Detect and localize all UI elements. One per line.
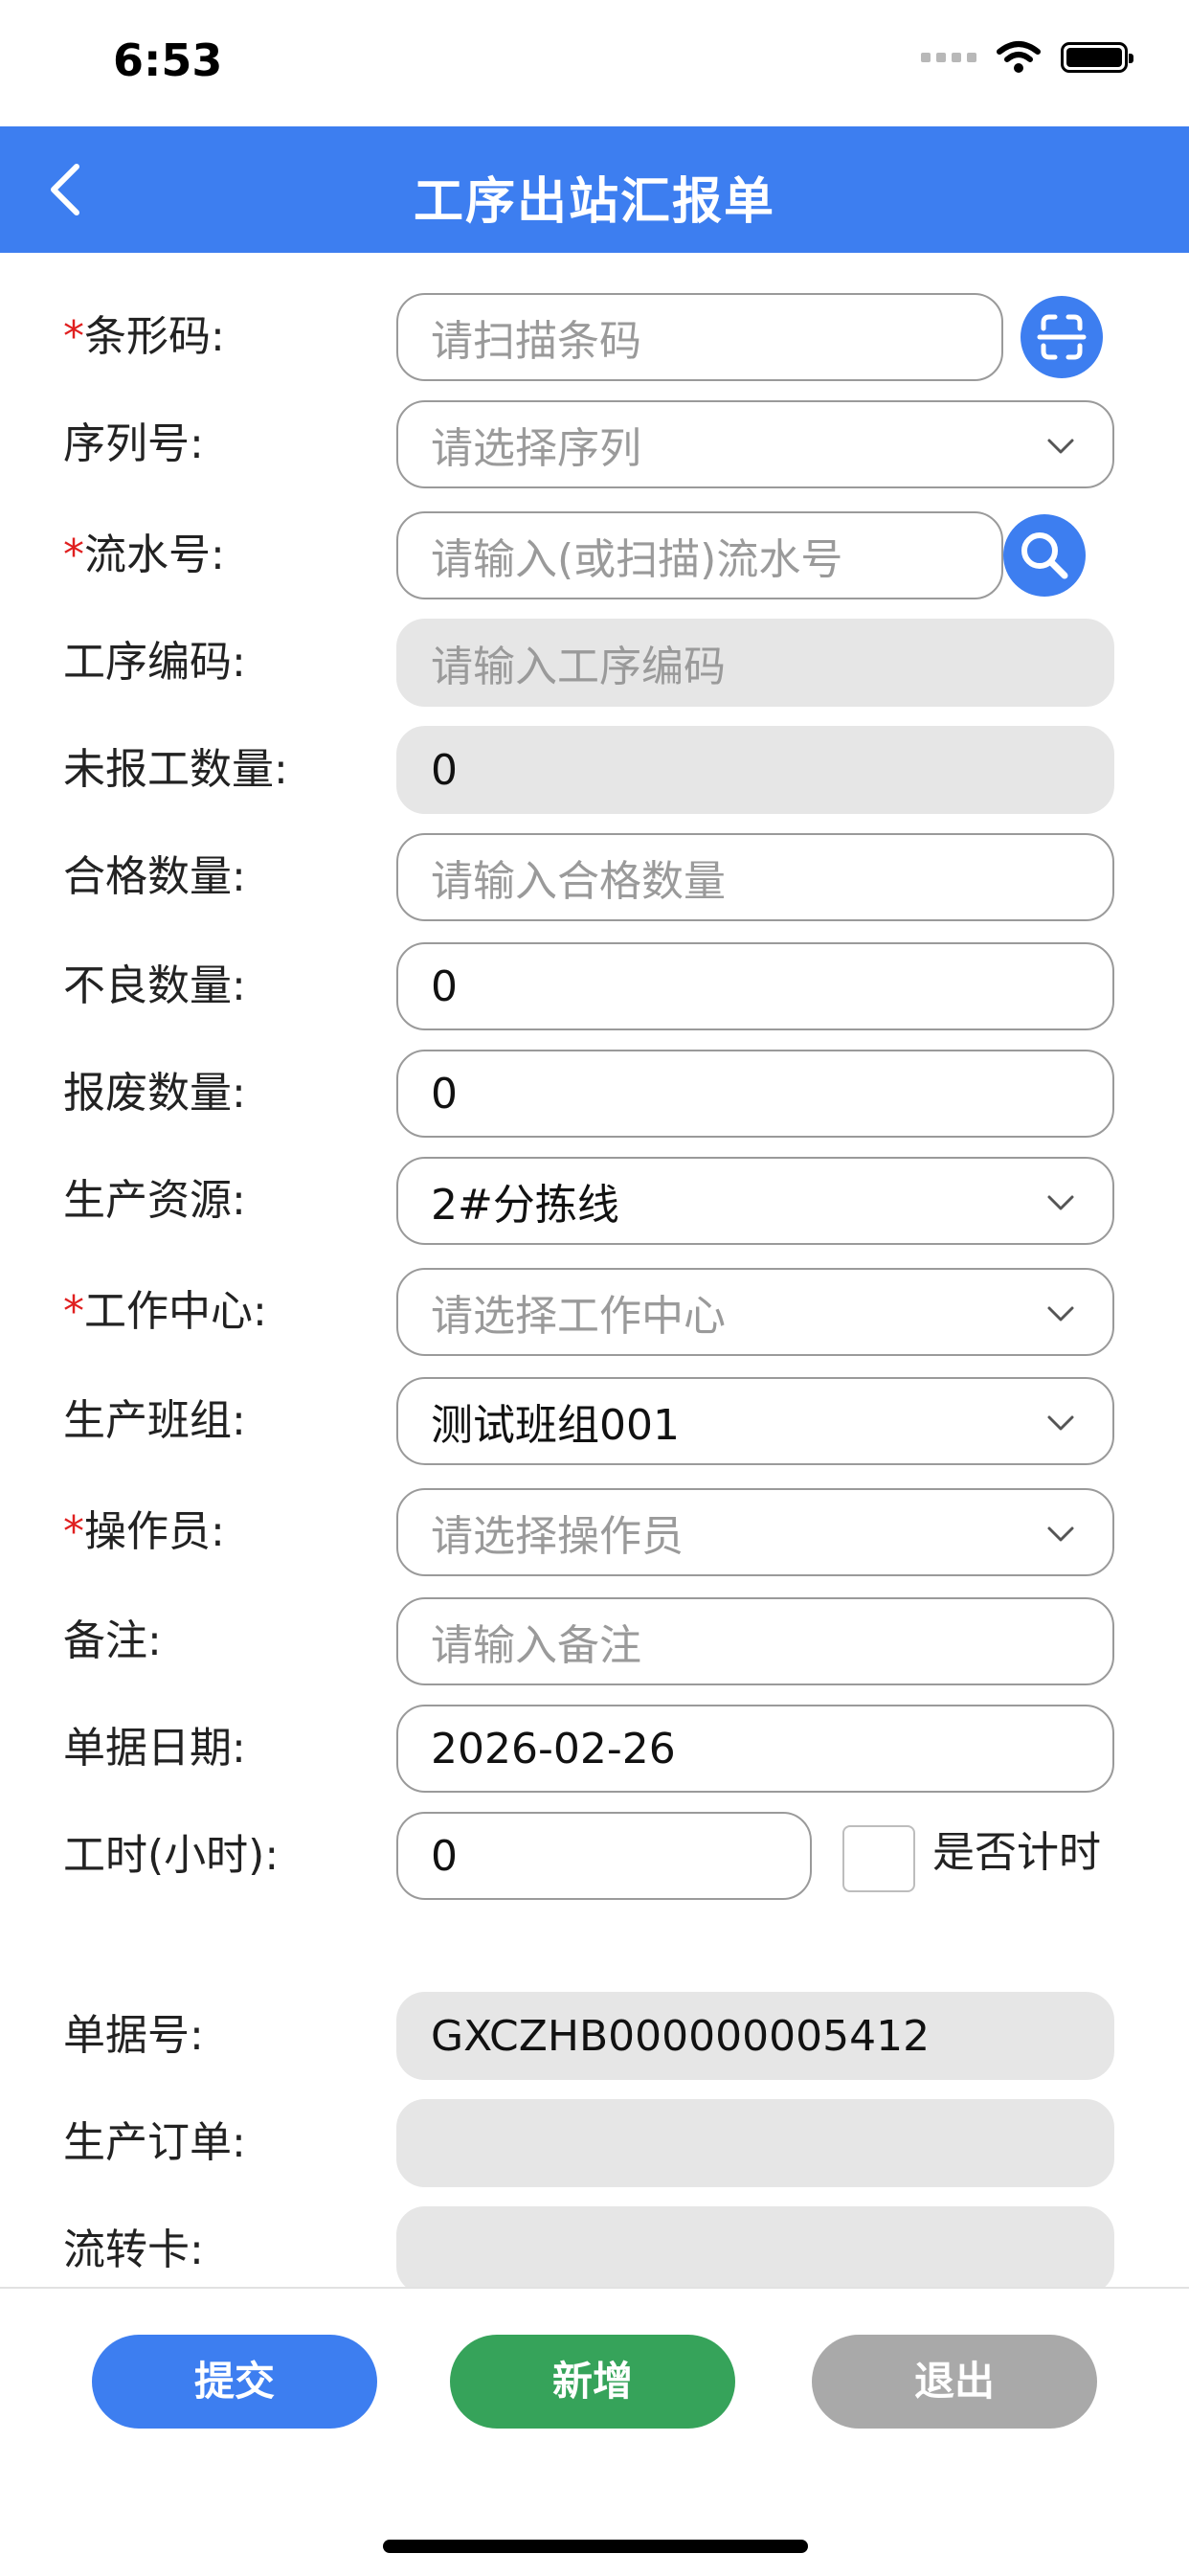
doc-date-label: 单据日期: <box>63 1724 246 1773</box>
search-button[interactable] <box>1003 514 1086 597</box>
unreported-qty-field: 0 <box>396 726 1114 814</box>
row-operator: *操作员: 请选择操作员 <box>0 1488 1189 1576</box>
battery-icon <box>1061 42 1133 73</box>
row-team: 生产班组: 测试班组001 <box>0 1377 1189 1465</box>
remark-label: 备注: <box>63 1616 162 1665</box>
resource-label: 生产资源: <box>63 1176 246 1225</box>
row-unreported-qty: 未报工数量: 0 <box>0 726 1189 814</box>
scrap-qty-label: 报废数量: <box>63 1069 246 1118</box>
row-barcode: *条形码: 请扫描条码 <box>0 293 1189 381</box>
work-center-select[interactable]: 请选择工作中心 <box>396 1268 1114 1356</box>
prod-order-label: 生产订单: <box>63 2118 246 2167</box>
serial-label: 序列号: <box>63 419 204 468</box>
report-form: *条形码: 请扫描条码 序列号: 请选择序列 *流水号: 请输入(或扫描)流水号… <box>0 253 1189 2287</box>
scan-button[interactable] <box>1021 296 1103 378</box>
qualified-qty-label: 合格数量: <box>63 852 246 901</box>
flow-card-label: 流转卡: <box>63 2226 204 2274</box>
row-flow-no: *流水号: 请输入(或扫描)流水号 <box>0 511 1189 599</box>
team-label: 生产班组: <box>63 1396 246 1445</box>
row-remark: 备注: 请输入备注 <box>0 1597 1189 1685</box>
submit-button[interactable]: 提交 <box>92 2335 377 2429</box>
row-defect-qty: 不良数量: 0 <box>0 942 1189 1030</box>
home-indicator <box>383 2540 808 2553</box>
defect-qty-label: 不良数量: <box>63 961 246 1010</box>
status-time: 6:53 <box>113 34 223 86</box>
flow-no-input[interactable]: 请输入(或扫描)流水号 <box>396 511 1003 599</box>
row-resource: 生产资源: 2#分拣线 <box>0 1157 1189 1245</box>
chevron-down-icon <box>1047 1415 1074 1431</box>
operator-select[interactable]: 请选择操作员 <box>396 1488 1114 1576</box>
exit-button[interactable]: 退出 <box>812 2335 1097 2429</box>
search-icon <box>1021 532 1068 579</box>
scan-icon <box>1037 314 1087 360</box>
work-center-label: *工作中心: <box>63 1287 267 1336</box>
doc-no-label: 单据号: <box>63 2011 204 2060</box>
unreported-qty-label: 未报工数量: <box>63 745 288 794</box>
status-bar: 6:53 <box>0 0 1189 126</box>
row-doc-date: 单据日期: 2026-02-26 <box>0 1705 1189 1793</box>
status-icons <box>921 40 1133 75</box>
timing-label: 是否计时 <box>932 1828 1101 1877</box>
process-code-label: 工序编码: <box>63 638 246 687</box>
barcode-input[interactable]: 请扫描条码 <box>396 293 1003 381</box>
scrap-qty-input[interactable]: 0 <box>396 1050 1114 1138</box>
prod-order-field <box>396 2099 1114 2187</box>
work-hours-input[interactable]: 0 <box>396 1812 812 1900</box>
remark-input[interactable]: 请输入备注 <box>396 1597 1114 1685</box>
chevron-down-icon <box>1047 1306 1074 1322</box>
wifi-icon <box>997 41 1041 73</box>
flow-no-label: *流水号: <box>63 531 225 579</box>
resource-select[interactable]: 2#分拣线 <box>396 1157 1114 1245</box>
timing-checkbox[interactable] <box>842 1825 915 1892</box>
flow-card-field <box>396 2206 1114 2287</box>
chevron-down-icon <box>1047 1526 1074 1542</box>
qualified-qty-input[interactable]: 请输入合格数量 <box>396 833 1114 921</box>
bottom-action-bar: 提交 新增 退出 <box>0 2287 1189 2576</box>
row-work-center: *工作中心: 请选择工作中心 <box>0 1268 1189 1356</box>
defect-qty-input[interactable]: 0 <box>396 942 1114 1030</box>
chevron-down-icon <box>1047 1195 1074 1210</box>
barcode-label: *条形码: <box>63 312 225 361</box>
team-select[interactable]: 测试班组001 <box>396 1377 1114 1465</box>
serial-select[interactable]: 请选择序列 <box>396 400 1114 488</box>
work-hours-label: 工时(小时): <box>63 1831 280 1880</box>
row-work-hours: 工时(小时): 0 是否计时 <box>0 1812 1189 1900</box>
chevron-down-icon <box>1047 439 1074 454</box>
row-process-code: 工序编码: 请输入工序编码 <box>0 619 1189 707</box>
row-doc-no: 单据号: GXCZHB000000005412 <box>0 1992 1189 2080</box>
operator-label: *操作员: <box>63 1507 225 1556</box>
nav-bar: 工序出站汇报单 <box>0 126 1189 253</box>
doc-date-input[interactable]: 2026-02-26 <box>396 1705 1114 1793</box>
row-serial: 序列号: 请选择序列 <box>0 400 1189 488</box>
process-code-input: 请输入工序编码 <box>396 619 1114 707</box>
row-qualified-qty: 合格数量: 请输入合格数量 <box>0 833 1189 921</box>
row-scrap-qty: 报废数量: 0 <box>0 1050 1189 1138</box>
row-flow-card: 流转卡: <box>0 2206 1189 2287</box>
add-button[interactable]: 新增 <box>450 2335 735 2429</box>
page-title: 工序出站汇报单 <box>413 173 775 231</box>
doc-no-field: GXCZHB000000005412 <box>396 1992 1114 2080</box>
signal-icon <box>921 53 976 62</box>
row-prod-order: 生产订单: <box>0 2099 1189 2187</box>
